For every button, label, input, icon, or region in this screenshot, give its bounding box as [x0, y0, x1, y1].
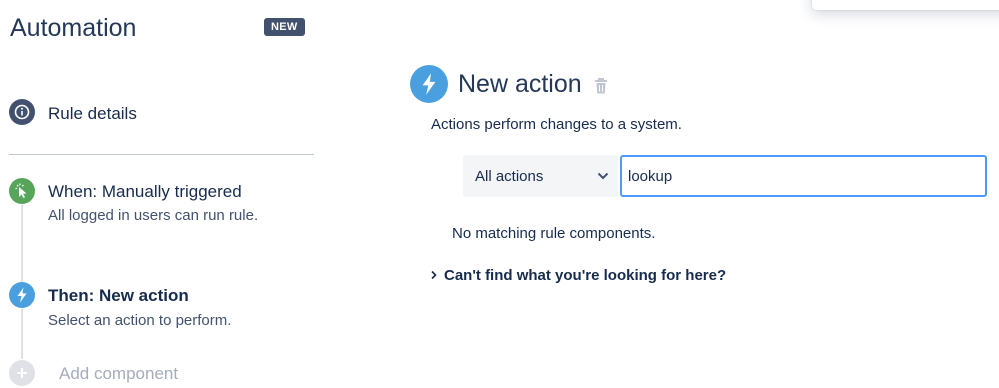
trigger-title: When: Manually triggered — [48, 182, 242, 201]
chevron-right-icon — [430, 267, 438, 284]
rule-details-label: Rule details — [48, 104, 137, 123]
add-component-label: Add component — [59, 364, 179, 383]
panel-title: New action — [458, 70, 582, 98]
rail-line — [21, 309, 23, 359]
plus-icon — [9, 360, 35, 386]
popover-panel — [812, 0, 999, 10]
action-step-subtitle: Select an action to perform. — [48, 312, 232, 329]
lightning-icon — [410, 65, 448, 103]
help-expander[interactable]: Can't find what you're looking for here? — [430, 267, 726, 284]
info-icon — [9, 99, 35, 125]
divider — [9, 154, 314, 155]
trigger-subtitle: All logged in users can run rule. — [48, 207, 259, 224]
chevron-down-icon — [596, 169, 610, 187]
trash-icon[interactable] — [593, 77, 609, 95]
search-input[interactable] — [620, 155, 987, 197]
lightning-icon — [9, 282, 35, 308]
action-step-title: Then: New action — [48, 286, 189, 305]
cursor-click-icon — [9, 178, 35, 204]
empty-message: No matching rule components. — [452, 225, 656, 242]
panel-description: Actions perform changes to a system. — [431, 116, 682, 133]
page-title: Automation — [10, 14, 137, 42]
action-filter-select[interactable]: All actions — [463, 155, 618, 197]
select-value: All actions — [475, 167, 544, 185]
rail-line — [21, 205, 23, 285]
help-link-label: Can't find what you're looking for here? — [444, 267, 727, 284]
new-badge: NEW — [264, 18, 305, 36]
